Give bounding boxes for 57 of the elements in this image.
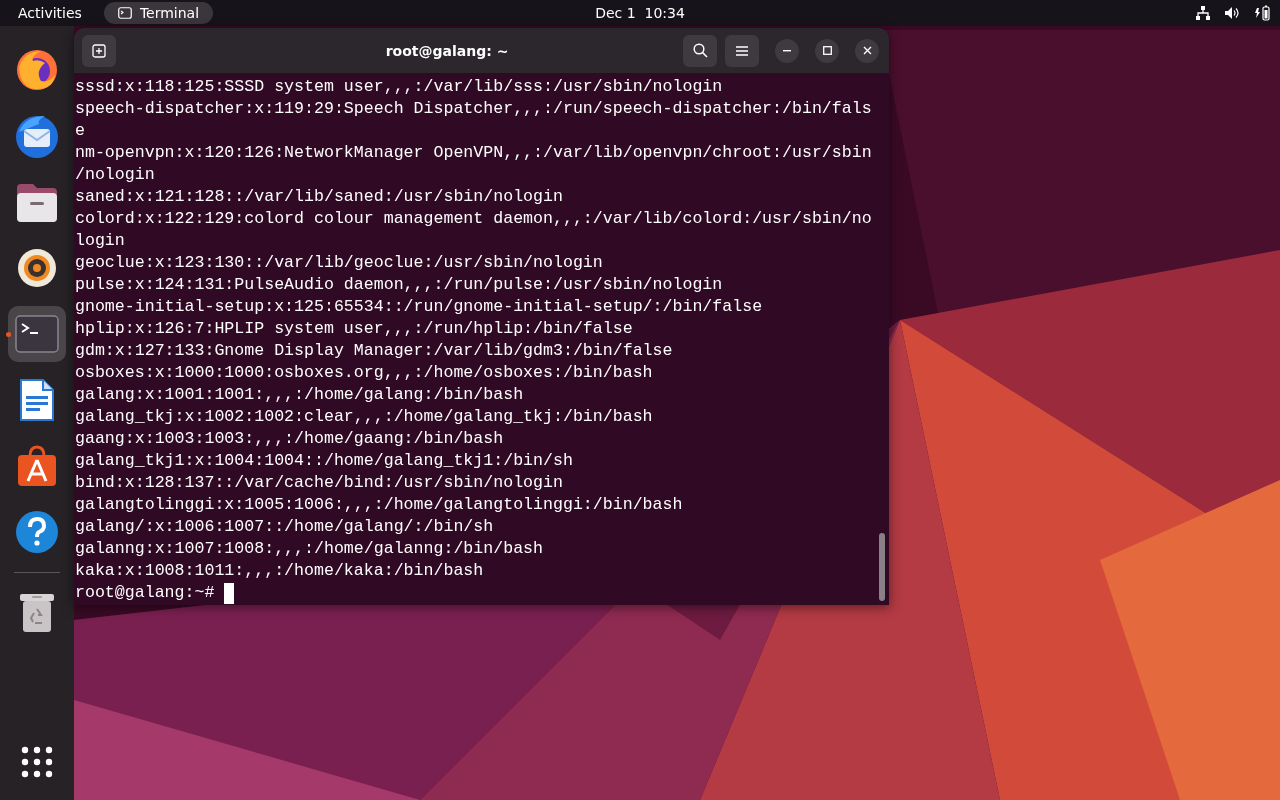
terminal-line: kaka:x:1008:1011:,,,:/home/kaka:/bin/bash <box>75 560 485 582</box>
new-tab-icon <box>92 43 106 58</box>
terminal-line: gaang:x:1003:1003:,,,:/home/gaang:/bin/bash <box>75 428 505 450</box>
terminal-line: hplip:x:126:7:HPLIP system user,,,:/run/hplip:/bin/false <box>75 318 634 340</box>
terminal-line: bind:x:128:137::/var/cache/bind:/usr/sbin/nologin <box>75 472 564 494</box>
new-tab-button[interactable] <box>82 34 116 67</box>
terminal-line: galang_tkj1:x:1004:1004::/home/galang_tkj1:/bin/sh <box>75 450 574 472</box>
terminal-line: sssd:x:118:125:SSSD system user,,,:/var/lib/sss:/usr/sbin/nologin <box>75 76 724 98</box>
terminal-icon <box>117 7 132 19</box>
document-icon <box>19 378 55 422</box>
search-icon <box>692 43 708 58</box>
text-cursor <box>224 582 235 604</box>
minimize-icon <box>783 49 791 52</box>
terminal-line: speech-dispatcher:x:119:29:Speech Dispatcher,,,:/run/speech-dispatcher:/bin/fals <box>75 98 873 120</box>
close-button[interactable] <box>855 38 879 63</box>
menu-button[interactable] <box>725 34 759 67</box>
speaker-icon <box>17 248 57 288</box>
terminal-line: nm-openvpn:x:120:126:NetworkManager OpenVPN,,,:/var/lib/openvpn/chroot:/usr/sbin <box>75 142 873 164</box>
terminal-line: login <box>75 230 126 252</box>
shell-prompt: root@galang:~# <box>75 582 215 604</box>
terminal-line: gnome-initial-setup:x:125:65534::/run/gnome-initial-setup/:/bin/false <box>75 296 764 318</box>
battery-icon[interactable] <box>1254 5 1270 21</box>
fox-globe-icon <box>15 48 59 92</box>
search-button[interactable] <box>683 34 717 67</box>
app-menu-label: Terminal <box>139 5 200 21</box>
volume-icon[interactable] <box>1224 6 1240 20</box>
terminal-line: geoclue:x:123:130::/var/lib/geoclue:/usr/sbin/nologin <box>75 252 604 274</box>
terminal-line: gdm:x:127:133:Gnome Display Manager:/var/lib/gdm3:/bin/false <box>75 340 674 362</box>
terminal-line: galangtolinggi:x:1005:1006:,,,:/home/galangtolinggi:/bin/bash <box>75 494 684 516</box>
terminal-line: galang:x:1001:1001:,,,:/home/galang:/bin/bash <box>75 384 525 406</box>
terminal-line: colord:x:122:129:colord colour management daemon,,,:/var/lib/colord:/usr/sbin/no <box>75 208 873 230</box>
close-icon <box>862 46 872 55</box>
terminal-line: saned:x:121:128::/var/lib/saned:/usr/sbin/nologin <box>75 186 564 208</box>
app-menu[interactable]: Terminal <box>103 2 214 24</box>
scrollbar-thumb[interactable] <box>879 533 885 601</box>
terminal-line: osboxes:x:1000:1000:osboxes.org,,,:/home/osboxes:/bin/bash <box>75 362 654 384</box>
network-icon[interactable] <box>1196 6 1210 20</box>
window-title: root@galang: ~ <box>384 42 510 59</box>
clock[interactable]: Dec 1 10:34 <box>595 5 685 21</box>
menu-icon <box>736 45 748 56</box>
trash-icon <box>18 592 56 634</box>
terminal-icon <box>15 315 59 353</box>
terminal-line: galanng:x:1007:1008:,,,:/home/galanng:/bin/bash <box>75 538 545 560</box>
running-indicator <box>6 332 11 337</box>
help-icon <box>15 510 59 554</box>
minimize-button[interactable] <box>775 38 799 63</box>
folder-icon <box>15 182 59 222</box>
terminal-line: galang/:x:1006:1007::/home/galang/:/bin/sh <box>75 516 495 538</box>
app-grid-icon[interactable] <box>21 746 53 778</box>
terminal-line: galang_tkj:x:1002:1002:clear,,,:/home/galang_tkj:/bin/bash <box>75 406 654 428</box>
terminal-line: pulse:x:124:131:PulseAudio daemon,,,:/run/pulse:/usr/sbin/nologin <box>75 274 724 296</box>
terminal-line: e <box>75 120 86 142</box>
shopping-bag-icon <box>15 444 59 488</box>
maximize-button[interactable] <box>815 38 839 63</box>
maximize-icon <box>822 46 832 55</box>
terminal-line: /nologin <box>75 164 156 186</box>
activities-button[interactable]: Activities <box>18 5 82 21</box>
